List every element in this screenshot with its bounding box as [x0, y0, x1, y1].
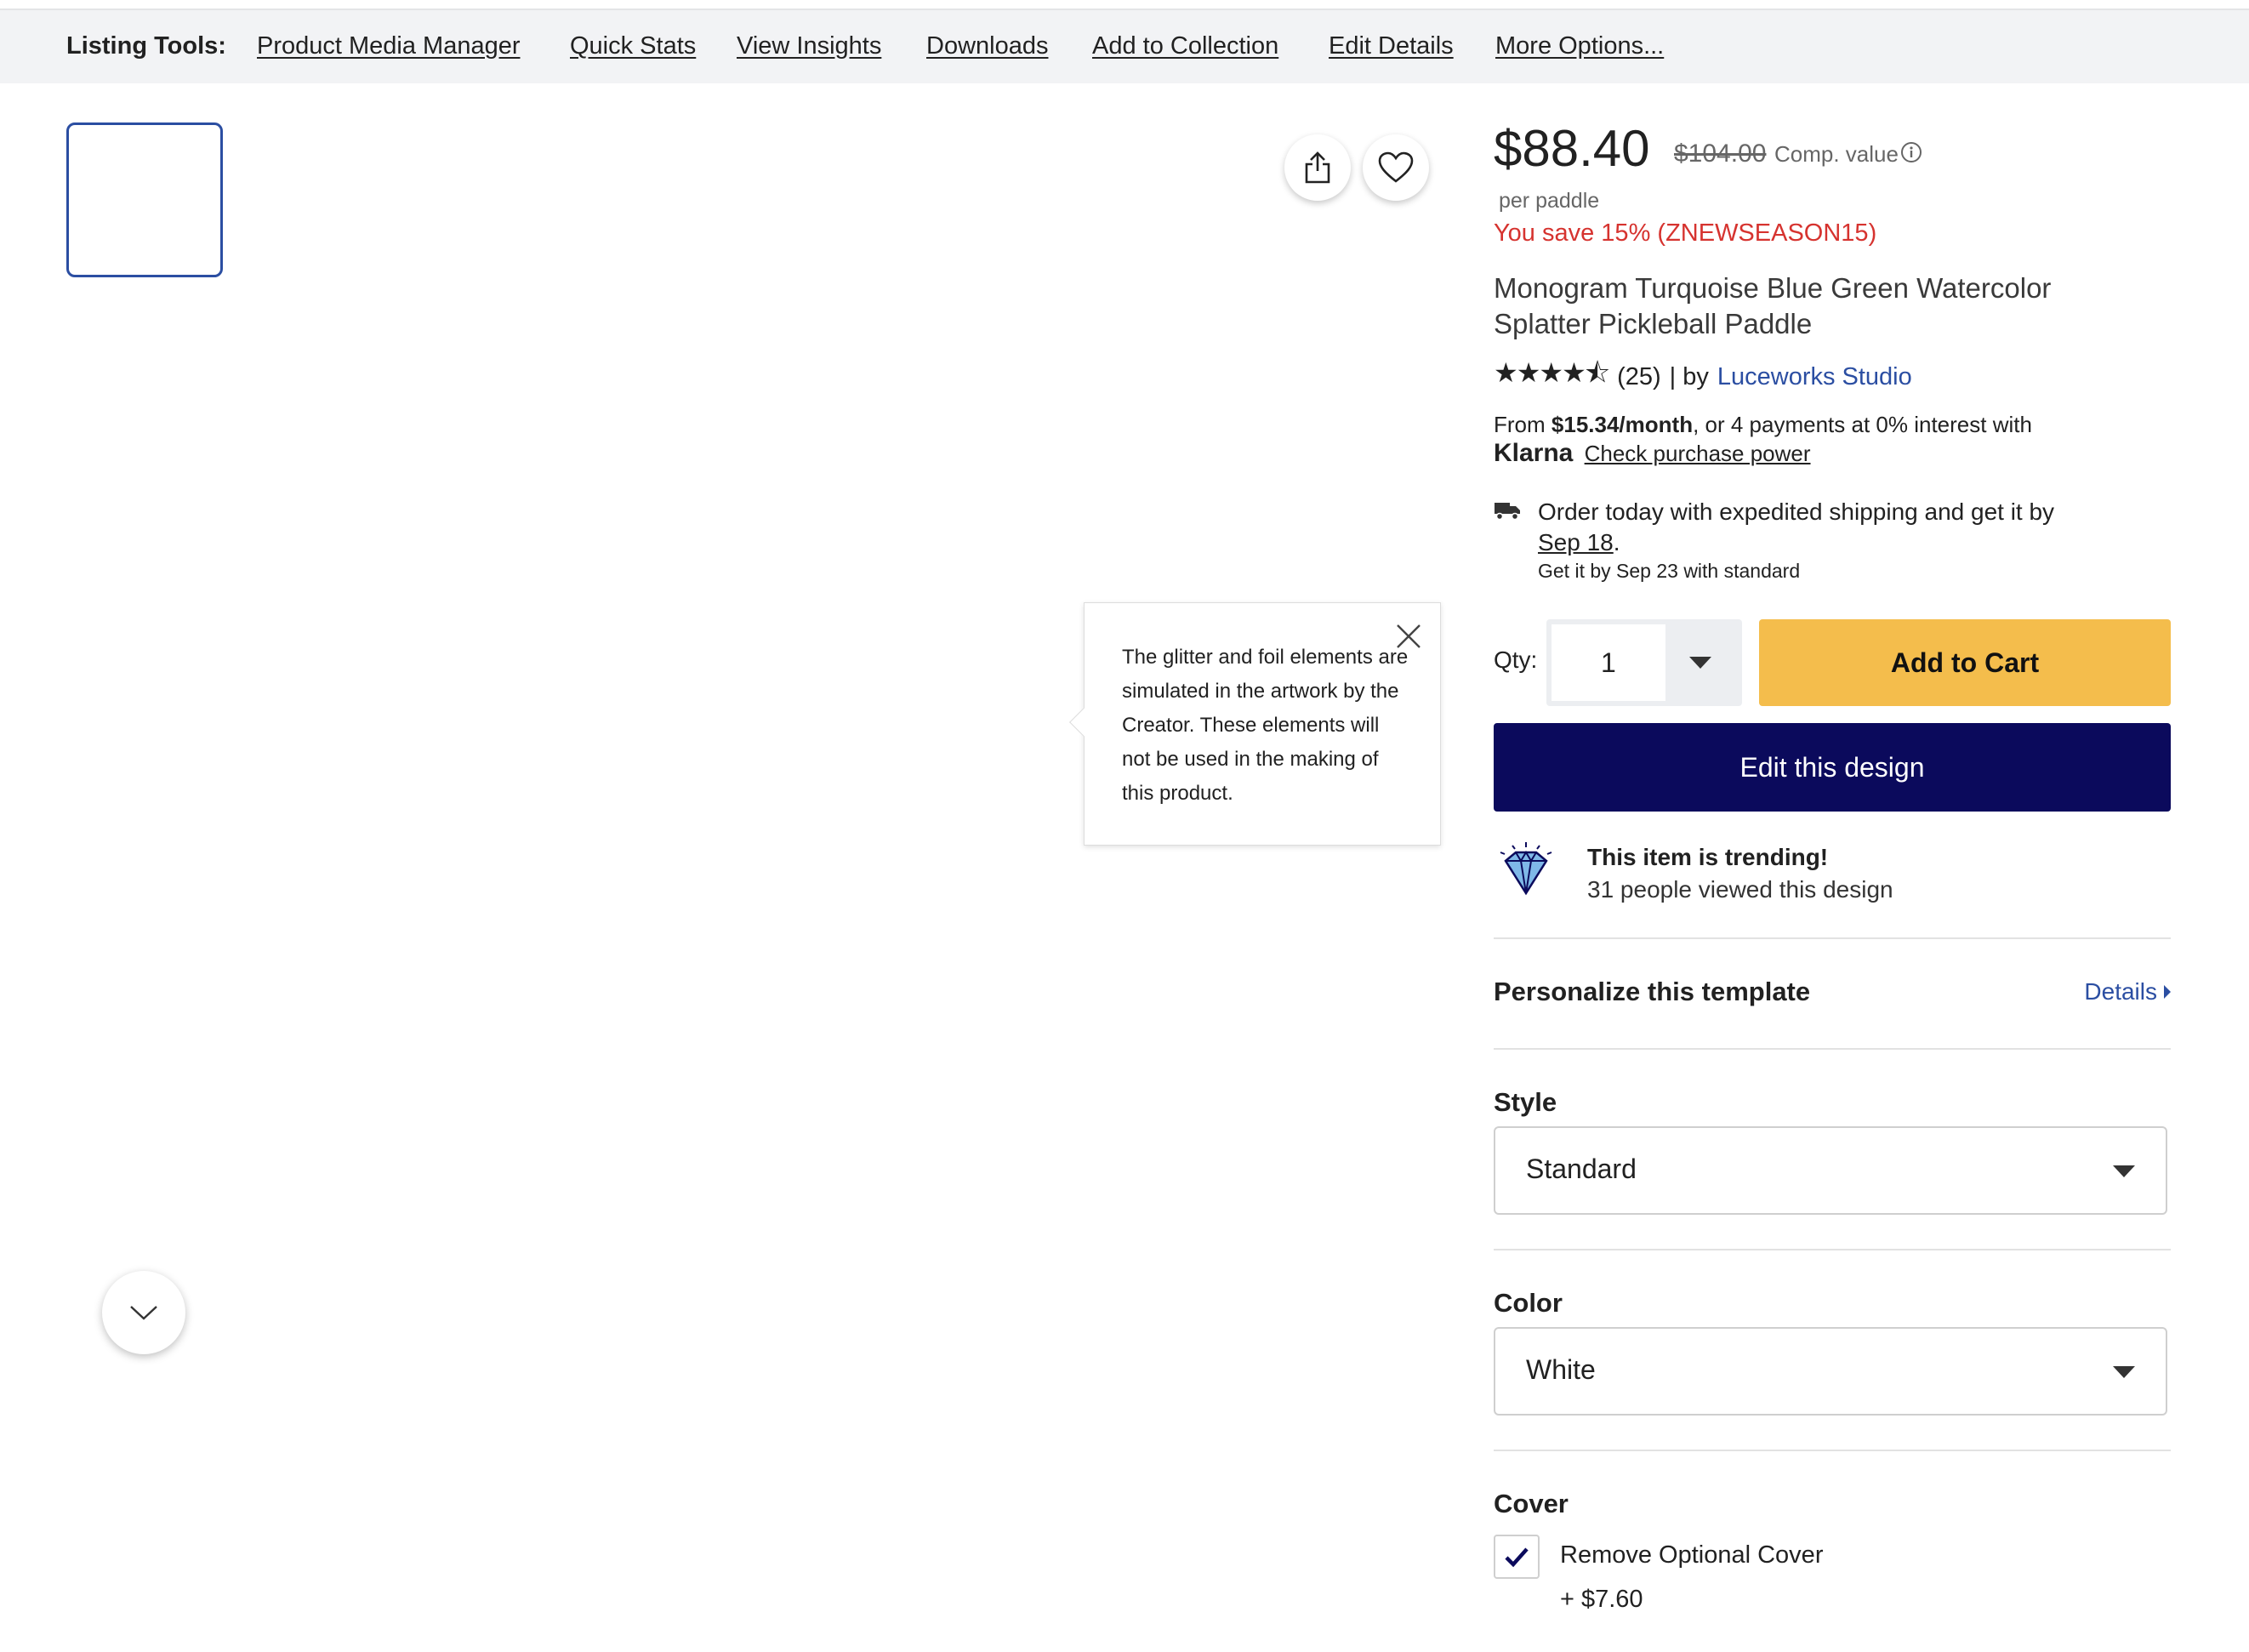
details-label[interactable]: Details	[2084, 978, 2157, 1005]
add-to-collection-link[interactable]: Add to Collection	[1092, 32, 1278, 60]
rating-row: ★★★★⯪ (25) | by Luceworks Studio	[1494, 354, 1912, 400]
trending-subtitle: 31 people viewed this design	[1587, 876, 1893, 903]
expedited-period: .	[1613, 529, 1620, 555]
expedited-prefix: Order today with expedited shipping and …	[1538, 498, 2055, 525]
trending-title: This item is trending!	[1587, 844, 1829, 870]
glitter-notice-tooltip: The glitter and foil elements are simula…	[1069, 602, 1441, 846]
color-value[interactable]: White	[1526, 1354, 1596, 1386]
remove-cover-checkbox[interactable]	[1494, 1535, 1540, 1579]
klarna-financing: From $15.34/month, or 4 payments at 0% i…	[1494, 410, 2140, 468]
personalize-heading: Personalize this template	[1494, 977, 1811, 1006]
heart-icon	[1378, 151, 1414, 183]
style-select[interactable]: Standard	[1494, 1126, 2167, 1215]
add-to-cart-button[interactable]: Add to Cart	[1759, 619, 2171, 706]
qty-select[interactable]: 1	[1546, 619, 1742, 706]
caret-down-icon[interactable]	[2113, 1165, 2135, 1177]
expedited-shipping-text: Order today with expedited shipping and …	[1538, 497, 2150, 558]
favorite-button[interactable]	[1363, 134, 1429, 201]
cover-label: Cover	[1494, 1489, 1569, 1518]
view-insights-link[interactable]: View Insights	[737, 32, 881, 60]
trending-banner: This item is trending! 31 people viewed …	[1494, 840, 2171, 909]
color-label: Color	[1494, 1288, 1563, 1318]
downloads-link[interactable]: Downloads	[926, 32, 1048, 60]
listing-tools-label: Listing Tools:	[66, 32, 226, 60]
klarna-from: From	[1494, 412, 1546, 437]
standard-shipping-text: Get it by Sep 23 with standard	[1538, 560, 1801, 582]
qty-value[interactable]: 1	[1552, 624, 1665, 701]
savings-text: You save 15% (ZNEWSEASON15)	[1494, 219, 1877, 247]
product-media-manager-link[interactable]: Product Media Manager	[257, 32, 521, 60]
info-icon[interactable]	[1900, 141, 1922, 163]
price: $88.40	[1494, 120, 1650, 177]
listing-tools-bar: Listing Tools: Product Media Manager Qui…	[0, 9, 2249, 83]
edit-details-link[interactable]: Edit Details	[1329, 32, 1454, 60]
style-value[interactable]: Standard	[1526, 1154, 1637, 1185]
klarna-logo: Klarna	[1494, 439, 1574, 467]
caret-down-icon[interactable]	[1689, 657, 1711, 669]
product-thumbnail[interactable]	[66, 122, 223, 277]
share-icon	[1305, 151, 1330, 184]
delivery-date-link[interactable]: Sep 18	[1538, 529, 1614, 555]
remove-cover-label[interactable]: Remove Optional Cover	[1560, 1541, 1823, 1569]
price-unit: per paddle	[1499, 189, 1600, 213]
rating-stars[interactable]: ★★★★⯪	[1494, 354, 1610, 400]
scroll-down-button[interactable]	[102, 1271, 185, 1354]
divider	[1494, 1048, 2171, 1050]
truck-icon	[1495, 503, 1520, 521]
comp-value-label: Comp. value	[1774, 141, 1899, 167]
divider	[1494, 1450, 2171, 1451]
klarna-terms: , or 4 payments at 0% interest with	[1693, 412, 2032, 437]
share-button[interactable]	[1284, 134, 1351, 201]
more-options-link[interactable]: More Options...	[1495, 32, 1664, 60]
tooltip-text: The glitter and foil elements are simula…	[1122, 646, 1409, 805]
comp-price: $104.00	[1674, 140, 1767, 168]
caret-right-icon	[2164, 985, 2171, 999]
qty-label: Qty:	[1494, 647, 1538, 673]
caret-down-icon[interactable]	[2113, 1366, 2135, 1378]
product-title: Monogram Turquoise Blue Green Watercolor…	[1494, 272, 2052, 339]
cover-price: + $7.60	[1560, 1586, 1643, 1613]
edit-design-button[interactable]: Edit this design	[1494, 723, 2171, 812]
quick-stats-link[interactable]: Quick Stats	[570, 32, 696, 60]
klarna-monthly: $15.34/month	[1551, 412, 1694, 437]
check-purchase-power-link[interactable]: Check purchase power	[1585, 441, 1811, 466]
chevron-down-icon	[130, 1306, 157, 1320]
tooltip-arrow	[1069, 708, 1098, 737]
review-count[interactable]: (25)	[1617, 363, 1661, 391]
by-label: | by	[1669, 362, 1709, 390]
details-link[interactable]: Details	[2084, 978, 2171, 1005]
creator-link[interactable]: Luceworks Studio	[1717, 363, 1912, 391]
check-icon	[1505, 1547, 1529, 1568]
diamond-icon	[1500, 842, 1552, 896]
divider	[1494, 937, 2171, 939]
color-select[interactable]: White	[1494, 1327, 2167, 1416]
divider	[1494, 1249, 2171, 1250]
style-label: Style	[1494, 1087, 1557, 1117]
